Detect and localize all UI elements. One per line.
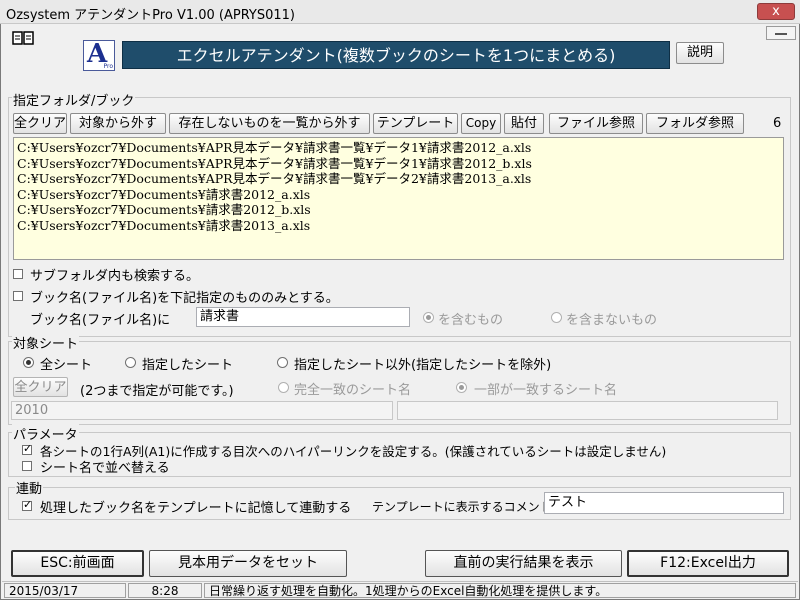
- bookname-exclude-label: を含まないもの: [566, 313, 658, 328]
- list-item[interactable]: C:¥Users¥ozcr7¥Documents¥請求書2013_a.xls: [17, 218, 783, 234]
- exact-match-label: 完全一致のシート名: [294, 383, 412, 398]
- status-date: 2015/03/17: [4, 583, 126, 598]
- last-result-button[interactable]: 直前の実行結果を表示: [425, 550, 622, 577]
- list-item[interactable]: C:¥Users¥ozcr7¥Documents¥APR見本データ¥請求書一覧¥…: [17, 171, 783, 187]
- paste-button[interactable]: 貼付: [504, 113, 544, 134]
- sort-label: シート名で並べ替える: [40, 461, 170, 476]
- remove-from-target-button[interactable]: 対象から外す: [70, 113, 166, 134]
- minimize-icon: [775, 33, 787, 35]
- folder-browse-button[interactable]: フォルダ参照: [646, 113, 744, 134]
- comment-input[interactable]: テスト: [544, 492, 784, 514]
- bookname-field-label: ブック名(ファイル名)に: [30, 313, 171, 328]
- specified-sheets-radio[interactable]: [125, 357, 136, 368]
- file-browse-button[interactable]: ファイル参照: [549, 113, 643, 134]
- list-item[interactable]: C:¥Users¥ozcr7¥Documents¥APR見本データ¥請求書一覧¥…: [17, 140, 783, 156]
- list-item[interactable]: C:¥Users¥ozcr7¥Documents¥請求書2012_a.xls: [17, 187, 783, 203]
- specified-sheets-label: 指定したシート: [142, 358, 234, 373]
- status-time: 8:28: [128, 583, 202, 598]
- status-message: 日常繰り返す処理を自動化。1処理からのExcel自動化処理を提供します。: [204, 583, 796, 598]
- sheet-name-1-input[interactable]: 2010: [11, 401, 393, 420]
- partial-match-label: 一部が一致するシート名: [474, 383, 618, 398]
- bookname-exclude-radio[interactable]: [551, 312, 562, 323]
- remember-label: 処理したブック名をテンプレートに記憶して連動する: [40, 501, 352, 516]
- bookname-filter-label: ブック名(ファイル名)を下記指定のもののみとする。: [30, 291, 339, 306]
- all-sheets-label: 全シート: [40, 358, 93, 373]
- help-button[interactable]: 説明: [676, 42, 724, 64]
- list-item[interactable]: C:¥Users¥ozcr7¥Documents¥請求書2012_b.xls: [17, 202, 783, 218]
- subfolder-label: サブフォルダ内も検索する。: [30, 269, 200, 284]
- excel-output-button[interactable]: F12:Excel出力: [627, 550, 789, 577]
- exact-match-radio[interactable]: [278, 382, 289, 393]
- book-icon[interactable]: [12, 30, 34, 46]
- bookname-include-radio[interactable]: [423, 312, 434, 323]
- minimize-button[interactable]: [766, 26, 796, 40]
- sheet-name-2-input[interactable]: [397, 401, 778, 420]
- link-group-label: 連動: [15, 478, 44, 497]
- subfolder-checkbox[interactable]: [13, 269, 23, 279]
- template-button[interactable]: テンプレート: [373, 113, 458, 134]
- except-sheets-radio[interactable]: [277, 357, 288, 368]
- bookname-include-label: を含むもの: [438, 313, 504, 328]
- bookname-filter-checkbox[interactable]: [13, 291, 23, 301]
- close-button[interactable]: x: [757, 3, 795, 20]
- folder-group-label: 指定フォルダ/ブック: [12, 90, 136, 109]
- comment-label: テンプレートに表示するコメント: [372, 500, 552, 514]
- sheet-clear-button[interactable]: 全クリア: [13, 377, 68, 397]
- hyperlink-checkbox[interactable]: [22, 442, 32, 455]
- sheet-group-label: 対象シート: [12, 333, 80, 352]
- clear-all-button[interactable]: 全クリア: [13, 113, 67, 134]
- status-bar: 2015/03/17 8:28 日常繰り返す処理を自動化。1処理からのExcel…: [2, 581, 798, 599]
- file-count: 6: [773, 116, 782, 131]
- window-title: Ozsystem アテンダントPro V1.00 (APRYS011): [6, 8, 295, 23]
- copy-button[interactable]: Copy: [461, 113, 501, 134]
- bookname-input[interactable]: 請求書: [196, 307, 410, 327]
- remove-missing-button[interactable]: 存在しないものを一覧から外す: [169, 113, 370, 134]
- esc-back-button[interactable]: ESC:前画面: [11, 550, 144, 577]
- logo-small-text: Pro: [103, 63, 113, 70]
- set-sample-data-button[interactable]: 見本用データをセット: [149, 550, 347, 577]
- except-sheets-label: 指定したシート以外(指定したシートを除外): [294, 358, 552, 373]
- file-list[interactable]: C:¥Users¥ozcr7¥Documents¥APR見本データ¥請求書一覧¥…: [13, 137, 784, 260]
- sheet-hint: (2つまで指定が可能です。): [80, 384, 234, 399]
- all-sheets-radio[interactable]: [23, 357, 34, 368]
- sort-checkbox[interactable]: [22, 461, 32, 471]
- partial-match-radio[interactable]: [456, 382, 467, 393]
- remember-checkbox[interactable]: [22, 498, 32, 511]
- app-banner: エクセルアテンダント(複数ブックのシートを1つにまとめる): [122, 41, 670, 69]
- list-item[interactable]: C:¥Users¥ozcr7¥Documents¥APR見本データ¥請求書一覧¥…: [17, 156, 783, 172]
- app-logo: A Pro: [83, 39, 115, 71]
